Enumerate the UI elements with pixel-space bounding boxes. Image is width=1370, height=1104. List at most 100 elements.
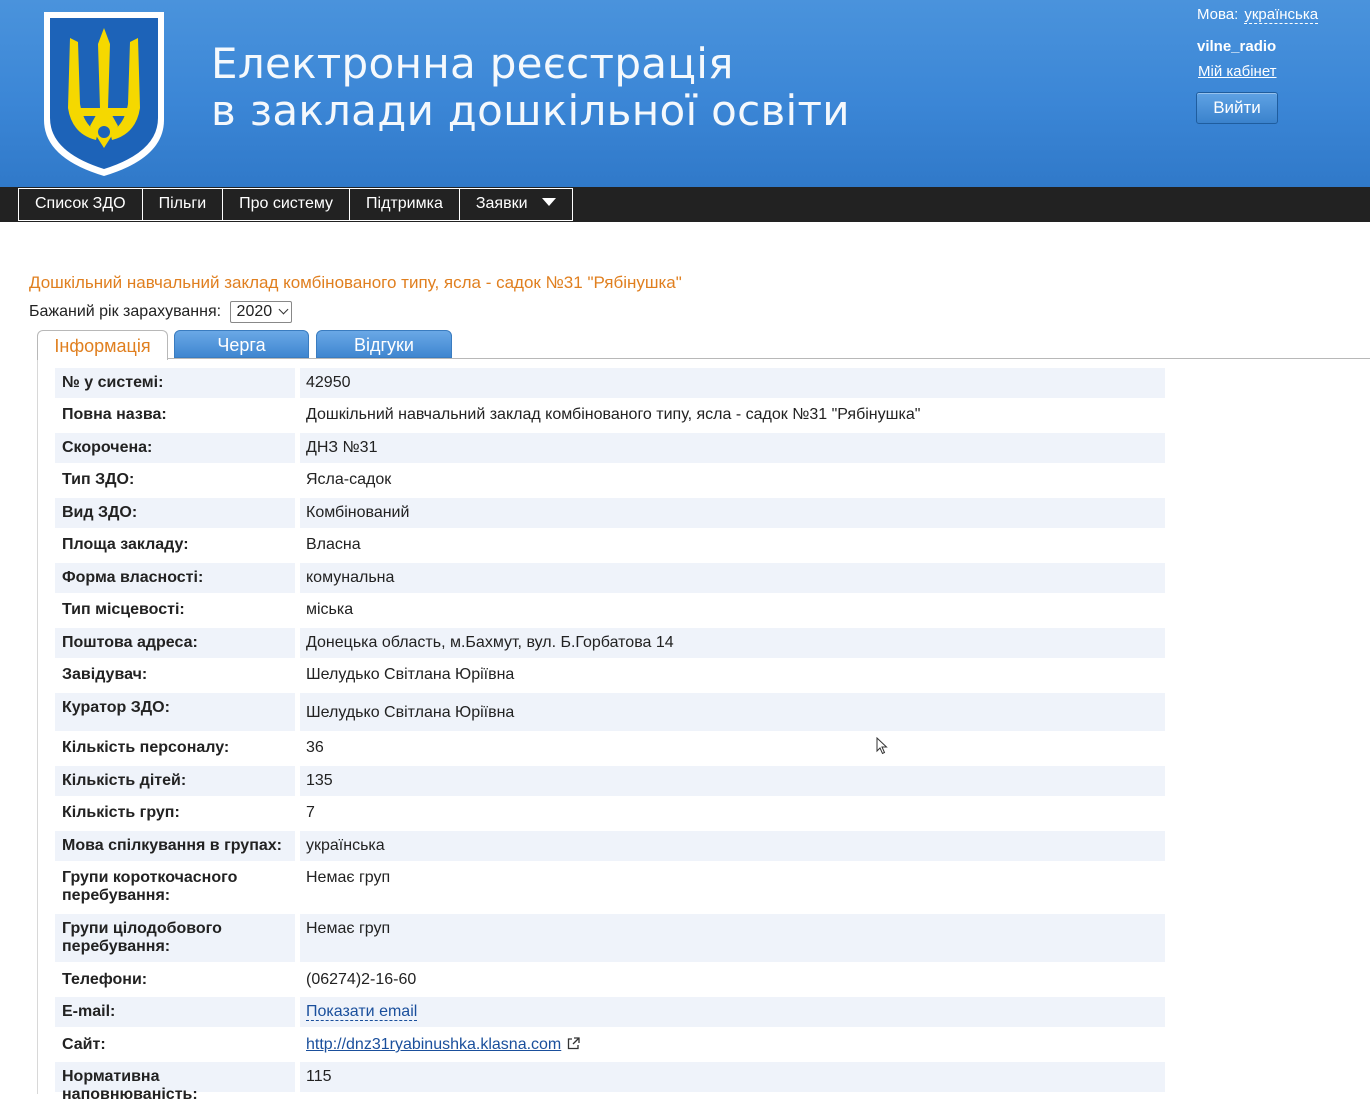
table-row: Мова спілкування в групах: українська — [55, 831, 1165, 861]
table-row: Сайт: http://dnz31ryabinushka.klasna.com — [55, 1030, 1165, 1060]
row-label: Площа закладу: — [62, 536, 189, 553]
table-row: Поштова адреса: Донецька область, м.Бахм… — [55, 628, 1165, 658]
language-row: Мова: українська — [1197, 6, 1319, 24]
row-label: № у системі: — [55, 368, 295, 398]
nav-item-label: Заявки — [475, 195, 528, 212]
table-row: Тип ЗДО: Ясла-садок — [55, 465, 1165, 495]
table-row: Площа закладу: Власна — [55, 530, 1165, 560]
row-value: (06274)2-16-60 — [306, 971, 417, 988]
enrollment-year-value: 2020 — [236, 303, 273, 320]
table-row: Групи короткочасного перебування: Немає … — [55, 863, 1165, 911]
nav-item-support[interactable]: Підтримка — [349, 188, 459, 221]
row-value: ДНЗ №31 — [300, 433, 1165, 463]
row-label: Повна назва: — [62, 406, 167, 423]
language-selector[interactable]: українська — [1244, 6, 1319, 24]
row-value: http://dnz31ryabinushka.klasna.com — [300, 1030, 1165, 1060]
table-row: Кількість дітей: 135 — [55, 766, 1165, 796]
row-label: Телефони: — [62, 971, 148, 988]
row-label: Тип місцевості: — [62, 601, 185, 618]
caret-down-icon — [541, 197, 556, 206]
row-label: Скорочена: — [55, 433, 295, 463]
coat-of-arms-logo[interactable] — [40, 8, 168, 180]
table-row: Завідувач: Шелудько Світлана Юріївна — [55, 660, 1165, 690]
table-row: E-mail: Показати email — [55, 997, 1165, 1027]
row-value: 42950 — [300, 368, 1165, 398]
table-row: Групи цілодобового перебування: Немає гр… — [55, 914, 1165, 962]
row-value: Ясла-садок — [306, 471, 392, 488]
panel-border — [37, 359, 38, 1094]
enrollment-year-label: Бажаний рік зарахування: — [29, 303, 222, 320]
table-row: Тип місцевості: міська — [55, 595, 1165, 625]
row-value: Шелудько Світлана Юріївна — [300, 693, 1165, 731]
row-label: E-mail: — [55, 997, 295, 1027]
table-row: Куратор ЗДО: Шелудько Світлана Юріївна — [55, 693, 1165, 731]
nav-item-kindergarten-list[interactable]: Список ЗДО — [18, 188, 142, 221]
row-value: Дошкільний навчальний заклад комбіновано… — [306, 406, 921, 423]
table-row: Нормативна наповнюваність: 115 — [55, 1062, 1165, 1103]
table-row: Кількість груп: 7 — [55, 798, 1165, 828]
row-value: 7 — [306, 804, 315, 821]
nav-item-about[interactable]: Про систему — [222, 188, 350, 221]
row-label: Сайт: — [62, 1036, 106, 1053]
row-value: українська — [300, 831, 1165, 861]
chevron-down-icon — [278, 304, 289, 315]
site-title: Електронна реєстрація в заклади дошкільн… — [211, 40, 850, 134]
show-email-link[interactable]: Показати email — [306, 1003, 418, 1021]
table-row: Скорочена: ДНЗ №31 — [55, 433, 1165, 463]
row-value: міська — [306, 601, 354, 618]
table-row: Вид ЗДО: Комбінований — [55, 498, 1165, 528]
tab-reviews[interactable]: Відгуки — [316, 330, 452, 358]
main-nav: Список ЗДО Пільги Про систему Підтримка … — [0, 187, 1370, 222]
row-label: Кількість персоналу: — [62, 739, 230, 756]
row-label: Кількість дітей: — [55, 766, 295, 796]
table-row: Кількість персоналу: 36 — [55, 733, 1165, 763]
site-title-line2: в заклади дошкільної освіти — [211, 86, 850, 135]
row-value: 36 — [306, 739, 324, 756]
enrollment-year-select[interactable]: 2020 — [229, 301, 293, 323]
row-label: Групи короткочасного перебування: — [62, 869, 238, 904]
kindergarten-title: Дошкільний навчальний заклад комбіновано… — [29, 273, 682, 292]
external-link-icon — [568, 1037, 580, 1050]
tab-queue[interactable]: Черга — [174, 330, 309, 358]
row-value: Показати email — [300, 997, 1165, 1027]
row-value: Власна — [306, 536, 361, 553]
site-title-line1: Електронна реєстрація — [211, 39, 734, 88]
table-row: Повна назва: Дошкільний навчальний закла… — [55, 400, 1165, 430]
row-value: Комбінований — [300, 498, 1165, 528]
nav-item-label: Список ЗДО — [35, 195, 126, 212]
row-label: Групи цілодобового перебування: — [55, 914, 295, 962]
row-value: Донецька область, м.Бахмут, вул. Б.Горба… — [300, 628, 1165, 658]
my-cabinet-link[interactable]: Мій кабінет — [1198, 63, 1277, 80]
enrollment-year-row: Бажаний рік зарахування: 2020 — [29, 301, 293, 323]
row-label: Вид ЗДО: — [55, 498, 295, 528]
row-label: Куратор ЗДО: — [55, 693, 295, 731]
row-value: Немає груп — [300, 914, 1165, 962]
table-row: Телефони: (06274)2-16-60 — [55, 965, 1165, 995]
logout-button[interactable]: Вийти — [1196, 92, 1278, 124]
row-value: Шелудько Світлана Юріївна — [306, 666, 515, 683]
username: vilne_radio — [1197, 38, 1277, 55]
row-label: Нормативна наповнюваність: — [55, 1062, 295, 1103]
row-label: Тип ЗДО: — [62, 471, 135, 488]
language-label: Мова: — [1197, 6, 1239, 23]
mouse-cursor-icon — [876, 737, 888, 755]
nav-item-benefits[interactable]: Пільги — [141, 188, 223, 221]
table-row: Форма власності: комунальна — [55, 563, 1165, 593]
nav-item-label: Підтримка — [366, 195, 443, 212]
site-header: Електронна реєстрація в заклади дошкільн… — [0, 0, 1370, 187]
row-label: Завідувач: — [62, 666, 148, 683]
tab-information[interactable]: Інформація — [37, 330, 168, 360]
table-row: № у системі: 42950 — [55, 368, 1165, 398]
row-label: Форма власності: — [55, 563, 295, 593]
row-label: Кількість груп: — [62, 804, 180, 821]
nav-item-label: Про систему — [239, 195, 334, 212]
row-value: Немає груп — [306, 869, 391, 886]
nav-item-label: Пільги — [158, 195, 207, 212]
row-value: 115 — [300, 1062, 1165, 1092]
row-value: комунальна — [300, 563, 1165, 593]
row-label: Мова спілкування в групах: — [55, 831, 295, 861]
nav-item-applications[interactable]: Заявки — [458, 188, 573, 221]
row-label: Поштова адреса: — [55, 628, 295, 658]
website-link[interactable]: http://dnz31ryabinushka.klasna.com — [306, 1036, 561, 1053]
row-value: 135 — [300, 766, 1165, 796]
